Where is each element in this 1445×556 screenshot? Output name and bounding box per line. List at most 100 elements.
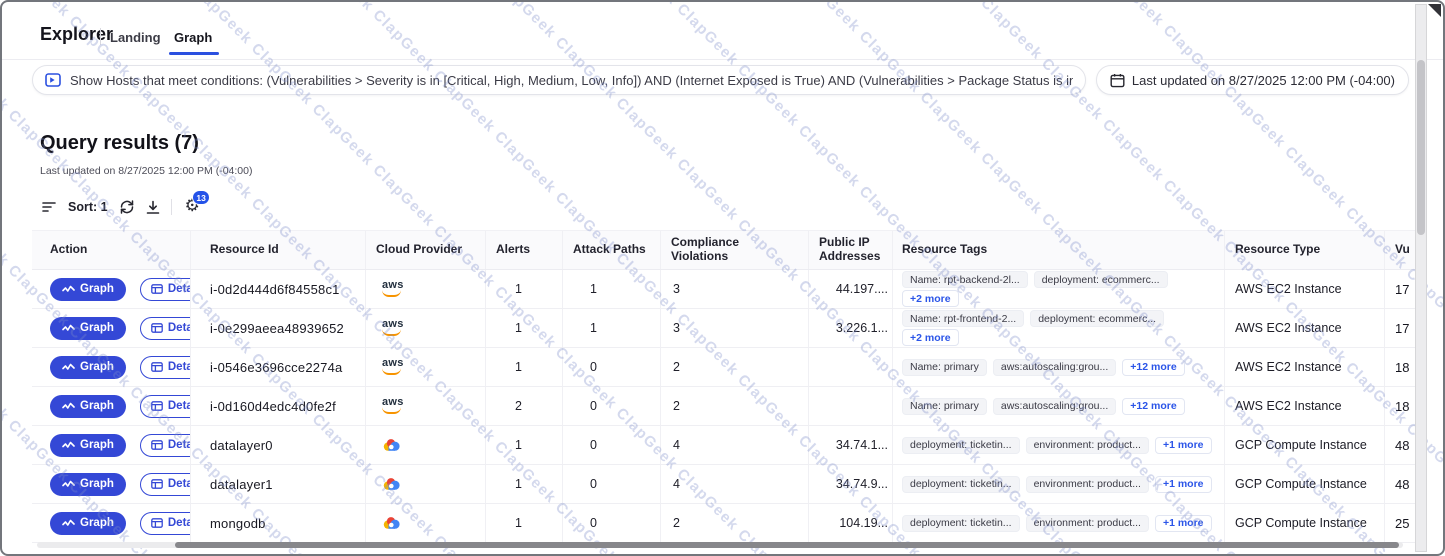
table-body: Graph Details i-0d2d444d6f84558c1 aws 1 … [32, 270, 1415, 543]
graph-button[interactable]: Graph [50, 473, 126, 496]
cell-alerts: 1 [485, 270, 562, 308]
more-tags-link[interactable]: +12 more [1122, 398, 1184, 415]
cell-resource-type: AWS EC2 Instance [1224, 270, 1384, 308]
cell-resource-tags: deployment: ticketin...environment: prod… [892, 426, 1224, 464]
details-button[interactable]: Details [140, 356, 190, 379]
column-header[interactable]: Resource Tags [892, 231, 1224, 269]
cell-resource-tags: deployment: ticketin...environment: prod… [892, 465, 1224, 503]
cell-public-ip: 3.226.1... [808, 309, 892, 347]
horizontal-scrollbar-thumb[interactable] [175, 542, 1399, 548]
cell-public-ip: 104.19... [808, 504, 892, 542]
cell-action: Graph Details [32, 387, 190, 425]
more-tags-link[interactable]: +1 more [1155, 476, 1212, 493]
cell-alerts: 1 [485, 504, 562, 542]
details-table-icon [151, 362, 163, 372]
vertical-scrollbar-thumb[interactable] [1417, 60, 1425, 235]
details-button[interactable]: Details [140, 473, 190, 496]
details-button[interactable]: Details [140, 278, 190, 301]
details-button[interactable]: Details [140, 434, 190, 457]
graph-line-icon [62, 480, 75, 489]
results-table: ActionResource IdCloud ProviderAlertsAtt… [32, 230, 1415, 543]
cell-alerts: 1 [485, 426, 562, 464]
cell-alerts: 2 [485, 387, 562, 425]
toolbar-divider [171, 199, 172, 215]
column-header[interactable]: Resource Type [1224, 231, 1384, 269]
horizontal-scrollbar[interactable] [37, 542, 1403, 548]
cell-attack-paths: 0 [562, 504, 660, 542]
table-row: Graph Details i-0e299aeea48939652 aws 1 … [32, 309, 1415, 348]
tab-graph[interactable]: Graph [174, 30, 212, 45]
query-condition-bar[interactable]: Show Hosts that meet conditions: (Vulner… [32, 65, 1086, 95]
cell-resource-type: GCP Compute Instance [1224, 465, 1384, 503]
graph-button[interactable]: Graph [50, 395, 126, 418]
cell-attack-paths: 0 [562, 426, 660, 464]
details-button-label: Details [168, 517, 190, 529]
details-button[interactable]: Details [140, 512, 190, 535]
column-header[interactable]: Resource Id [190, 231, 365, 269]
details-table-icon [151, 323, 163, 333]
cell-compliance-violations: 3 [660, 270, 808, 308]
graph-button[interactable]: Graph [50, 317, 126, 340]
tags-wrap: Name: rpt-frontend-2...deployment: ecomm… [902, 310, 1218, 346]
graph-button[interactable]: Graph [50, 434, 126, 457]
results-last-updated: Last updated on 8/27/2025 12:00 PM (-04:… [40, 165, 253, 177]
cell-resource-id: i-0546e3696cce2274a [190, 348, 365, 386]
cell-cloud-provider: aws [365, 348, 485, 386]
last-updated-pill: Last updated on 8/27/2025 12:00 PM (-04:… [1096, 65, 1409, 95]
sort-filter-icon[interactable] [42, 201, 57, 213]
graph-line-icon [62, 363, 75, 372]
header-divider [2, 59, 1443, 60]
column-header[interactable]: Attack Paths [562, 231, 660, 269]
details-button[interactable]: Details [140, 395, 190, 418]
graph-button[interactable]: Graph [50, 512, 126, 535]
column-settings-button[interactable]: ⚙ 13 [185, 198, 200, 216]
cell-compliance-violations: 2 [660, 348, 808, 386]
details-table-icon [151, 284, 163, 294]
column-header[interactable]: Compliance Violations [660, 231, 808, 269]
scroll-up-arrow-icon[interactable] [1428, 4, 1441, 17]
refresh-button[interactable] [119, 199, 135, 215]
active-tab-underline [169, 52, 219, 55]
cell-cloud-provider: aws [365, 504, 485, 542]
cell-resource-id: datalayer1 [190, 465, 365, 503]
column-header[interactable]: Action [32, 231, 190, 269]
resource-tag-chip: deployment: ticketin... [902, 515, 1020, 532]
more-tags-link[interactable]: +2 more [902, 329, 959, 346]
resource-tag-chip: Name: rpt-frontend-2... [902, 310, 1024, 327]
aws-icon: aws [382, 398, 404, 414]
more-tags-link[interactable]: +12 more [1122, 359, 1184, 376]
cell-action: Graph Details [32, 270, 190, 308]
table-row: Graph Details datalayer1 aws 1 0 4 34.74… [32, 465, 1415, 504]
cell-resource-id: mongodb [190, 504, 365, 542]
cell-alerts: 1 [485, 309, 562, 347]
aws-icon: aws [382, 359, 404, 375]
resource-tag-chip: aws:autoscaling:grou... [993, 359, 1116, 376]
tags-wrap: deployment: ticketin...environment: prod… [902, 437, 1218, 454]
more-tags-link[interactable]: +1 more [1155, 515, 1212, 532]
column-header[interactable]: Cloud Provider [365, 231, 485, 269]
cell-compliance-violations: 4 [660, 465, 808, 503]
graph-button[interactable]: Graph [50, 278, 126, 301]
vertical-scrollbar[interactable] [1415, 4, 1427, 552]
cell-action: Graph Details [32, 465, 190, 503]
cell-public-ip [808, 348, 892, 386]
graph-button-label: Graph [80, 478, 114, 490]
more-tags-link[interactable]: +1 more [1155, 437, 1212, 454]
more-tags-link[interactable]: +2 more [902, 290, 959, 307]
details-button-label: Details [168, 361, 190, 373]
column-header[interactable]: Vu [1384, 231, 1415, 269]
column-header[interactable]: Alerts [485, 231, 562, 269]
cell-vulnerabilities: 18 [1384, 348, 1415, 386]
details-button[interactable]: Details [140, 317, 190, 340]
cell-compliance-violations: 3 [660, 309, 808, 347]
download-button[interactable] [146, 200, 160, 215]
resource-tag-chip: environment: product... [1026, 437, 1149, 454]
graph-button[interactable]: Graph [50, 356, 126, 379]
cell-resource-tags: Name: rpt-frontend-2...deployment: ecomm… [892, 309, 1224, 347]
query-bar-row: Show Hosts that meet conditions: (Vulner… [32, 65, 1409, 95]
tab-landing[interactable]: Landing [110, 30, 161, 45]
details-table-icon [151, 440, 163, 450]
resource-tag-chip: environment: product... [1026, 515, 1149, 532]
column-header[interactable]: Public IP Addresses [808, 231, 892, 269]
cell-resource-type: AWS EC2 Instance [1224, 309, 1384, 347]
